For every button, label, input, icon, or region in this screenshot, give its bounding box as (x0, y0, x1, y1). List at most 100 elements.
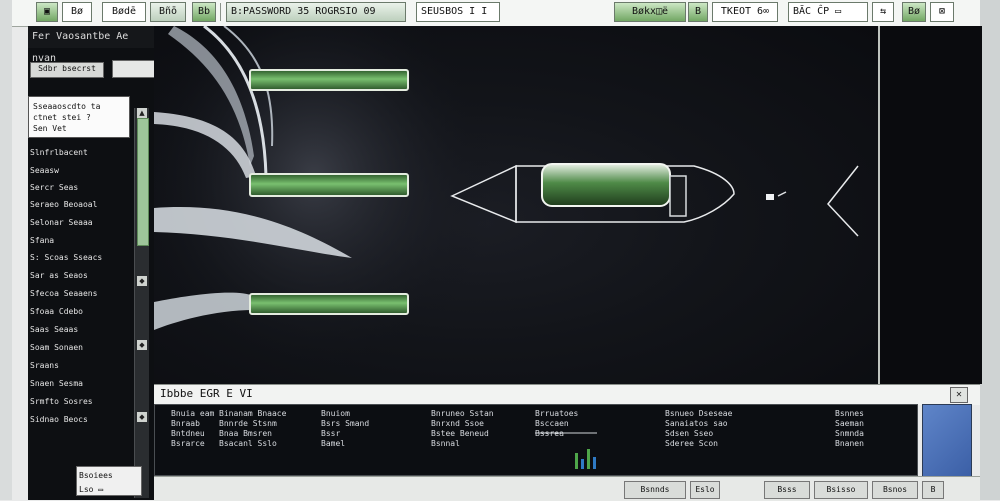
property-cell[interactable]: Sanaiatos sao (665, 419, 795, 429)
chevron-left-icon[interactable] (827, 165, 859, 237)
toolbar-dropdown[interactable]: BĀC ĈP ▭ (788, 2, 868, 22)
status-button[interactable]: Bsss (764, 481, 810, 499)
toolbar-button-3[interactable]: Bñō (150, 2, 186, 22)
sidebar-item[interactable]: Sercr Seas (30, 181, 140, 195)
property-cell[interactable]: Bamel (321, 439, 411, 449)
sidebar-scrollbar[interactable]: ▲ ◆ ◆ ◆ (134, 108, 149, 498)
toolbar-button-2[interactable]: Bødē (102, 2, 146, 22)
card-line: Sseaaoscdto ta (33, 102, 101, 111)
small-marker (766, 194, 774, 200)
left-sidebar: Fer Vaosantbe Ae nvan Sdbr bsecrst Sseaa… (28, 26, 172, 500)
toolbar-button-4[interactable]: Bb (192, 2, 216, 22)
property-cell[interactable]: Bsrs Smand (321, 419, 411, 429)
color-swatch[interactable] (922, 404, 972, 478)
bottom-button-line: Bsoiees (79, 471, 113, 480)
property-cell[interactable]: Bsnnes (835, 409, 911, 419)
status-button[interactable]: B (922, 481, 944, 499)
sidebar-item[interactable]: Seaasw (30, 164, 140, 178)
toolbar-right-field[interactable]: TKEOT 6∞ (712, 2, 778, 22)
sidebar-item[interactable]: Sfana (30, 234, 140, 248)
sidebar-item[interactable]: Snaen Sesma (30, 377, 140, 391)
graph-bar (575, 453, 578, 469)
sidebar-item[interactable]: Sidnao Beocs (30, 413, 140, 427)
sidebar-item[interactable]: Seraeo Beoaoal (30, 198, 140, 212)
sidebar-item[interactable]: Sfecoa Seaaens (30, 287, 140, 301)
property-cell[interactable]: Bssr (321, 429, 411, 439)
window-frame-right (980, 0, 1000, 500)
status-bar: Bsnnds Eslo Bsss Bsisso Bsnos B (154, 476, 980, 501)
property-column: Bsnnes Saeman Snmnda Bnanen (835, 409, 911, 449)
project-path-field[interactable]: B:PASSWORD 35 ROGRSIO 09 (226, 2, 406, 22)
card-line: ctnet stei ? (33, 113, 91, 122)
property-column: Binanam Bnaace Bnnrde Stsnm Bnaa Bmsren … (219, 409, 309, 449)
property-cell[interactable]: Bnnrde Stsnm (219, 419, 309, 429)
bottom-panel-header: Ibbbe EGR E VI ✕ (154, 384, 980, 405)
sidebar-item[interactable]: S: Scoas Sseacs (30, 251, 140, 265)
property-cell[interactable]: Bnanen (835, 439, 911, 449)
search-input[interactable]: SEUSBOS I I (416, 2, 500, 22)
cylinder-cap (669, 175, 687, 217)
scroll-marker-icon: ◆ (137, 340, 147, 350)
green-bar-2[interactable] (249, 173, 409, 197)
app-menu-button[interactable]: ▣ (36, 2, 58, 22)
sidebar-item[interactable]: Sfoaa Cdebo (30, 305, 140, 319)
panel-close-icon[interactable]: ✕ (950, 387, 968, 403)
top-toolbar: ▣ Bø Bødē Bñō Bb B:PASSWORD 35 ROGRSIO 0… (12, 0, 980, 27)
sidebar-item[interactable]: Slnfrlbacent (30, 146, 140, 160)
property-cell[interactable]: Bstee Beneud (431, 429, 521, 439)
graph-bar (581, 459, 584, 469)
card-line: Sen Vet (33, 124, 67, 133)
sidebar-item[interactable]: Sar as Seaos (30, 269, 140, 283)
toolbar-right-button-1[interactable]: Bøkx◫ë (614, 2, 686, 22)
sidebar-bottom-button[interactable]: Bsoiees Lso ▭ (76, 466, 142, 496)
status-button[interactable]: Bsnnds (624, 481, 686, 499)
sidebar-item[interactable]: Selonar Seaaa (30, 216, 140, 230)
property-cell[interactable]: Snmnda (835, 429, 911, 439)
close-icon[interactable]: ⊠ (930, 2, 954, 22)
window-frame-left (0, 0, 12, 500)
bottom-button-line: Lso ▭ (79, 485, 104, 494)
sidebar-selected-card[interactable]: Sseaaoscdto ta ctnet stei ? Sen Vet (28, 96, 130, 138)
property-cell[interactable]: Bsnueo Dseseae (665, 409, 795, 419)
sidebar-item[interactable]: Sraans (30, 359, 140, 373)
status-button[interactable]: Bsnos (872, 481, 918, 499)
bottom-properties-panel: Bnuia eam Bnraab Bntdneu Bsrarce Binanam… (154, 404, 918, 476)
swap-icon[interactable]: ⇆ (872, 2, 894, 22)
sidebar-header: Fer Vaosantbe Ae nvan (28, 26, 154, 64)
mini-graph (535, 432, 597, 469)
green-bar-1[interactable] (249, 69, 409, 91)
property-cell[interactable]: Bnaa Bmsren (219, 429, 309, 439)
sidebar-item[interactable]: Srmfto Sosres (30, 395, 140, 409)
small-marker-tick (777, 191, 787, 197)
property-column: Bnruneo Sstan Bnrxnd Ssoe Bstee Beneud B… (431, 409, 521, 449)
property-cell[interactable]: Bnuiom (321, 409, 411, 419)
sidebar-item[interactable]: Saas Seaas (30, 323, 140, 337)
green-cylinder[interactable] (541, 163, 671, 207)
green-bar-3[interactable] (249, 293, 409, 315)
scroll-marker-icon: ◆ (137, 412, 147, 422)
status-button[interactable]: Eslo (690, 481, 720, 499)
property-cell[interactable]: Bsacanl Sslo (219, 439, 309, 449)
property-cell[interactable]: Bnrxnd Ssoe (431, 419, 521, 429)
property-column: Bnuiom Bsrs Smand Bssr Bamel (321, 409, 411, 449)
scroll-up-icon[interactable]: ▲ (137, 108, 147, 118)
toolbar-button-1[interactable]: Bø (62, 2, 92, 22)
property-cell[interactable]: Bnruneo Sstan (431, 409, 521, 419)
sidebar-filter-button[interactable]: Sdbr bsecrst (30, 62, 104, 78)
property-cell[interactable]: Bsnnal (431, 439, 521, 449)
property-cell[interactable]: Brruatoes (535, 409, 595, 419)
sidebar-item[interactable]: Soam Sonaen (30, 341, 140, 355)
toolbar-right-button-6[interactable]: Bø (902, 2, 926, 22)
property-cell[interactable]: Saeman (835, 419, 911, 429)
status-button[interactable]: Bsisso (814, 481, 868, 499)
graph-bar (587, 449, 590, 469)
property-cell[interactable]: Sdsen Sseo (665, 429, 795, 439)
scrollbar-thumb[interactable] (137, 118, 149, 246)
toolbar-right-button-2[interactable]: B (688, 2, 708, 22)
viewport-side-pane (878, 26, 982, 384)
property-cell[interactable]: Sderee Scon (665, 439, 795, 449)
3d-viewport[interactable] (154, 26, 878, 384)
property-column: Bsnueo Dseseae Sanaiatos sao Sdsen Sseo … (665, 409, 795, 449)
scroll-marker-icon: ◆ (137, 276, 147, 286)
property-cell[interactable]: Binanam Bnaace (219, 409, 309, 419)
